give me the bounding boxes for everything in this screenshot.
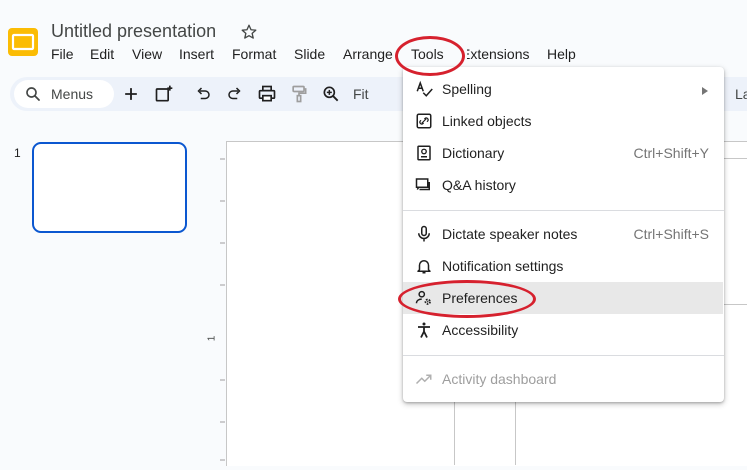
vertical-ruler	[216, 142, 225, 465]
menu-item-shortcut: Ctrl+Shift+Y	[633, 145, 709, 161]
bell-icon	[415, 257, 433, 275]
menu-item-label: Dictionary	[442, 145, 505, 161]
star-icon[interactable]	[240, 23, 258, 41]
menu-edit[interactable]: Edit	[90, 46, 114, 62]
menu-slide[interactable]: Slide	[294, 46, 325, 62]
canvas-guide	[454, 402, 455, 465]
new-slide-icon[interactable]	[154, 84, 174, 104]
linked-objects-icon	[415, 112, 433, 130]
zoom-fit-button[interactable]: Fit	[353, 86, 369, 102]
menu-item-label: Activity dashboard	[442, 371, 557, 387]
tools-menu: Spelling Linked objects Dictionary Ctrl+…	[403, 67, 724, 402]
zoom-icon[interactable]	[321, 84, 341, 104]
qa-history-icon	[415, 176, 433, 194]
menu-item-shortcut: Ctrl+Shift+S	[633, 226, 709, 242]
menu-help[interactable]: Help	[547, 46, 576, 62]
dictionary-icon	[415, 144, 433, 162]
menu-file[interactable]: File	[51, 46, 74, 62]
menu-item-label: Q&A history	[442, 177, 516, 193]
submenu-arrow-icon	[701, 83, 709, 99]
print-icon[interactable]	[257, 84, 277, 104]
menu-separator	[403, 210, 724, 211]
menu-item-notification-settings[interactable]: Notification settings	[403, 250, 724, 282]
canvas-guide	[724, 158, 747, 159]
ruler-mark: 1	[206, 335, 218, 342]
menu-item-label: Notification settings	[442, 258, 564, 274]
menu-item-qa-history[interactable]: Q&A history	[403, 169, 724, 201]
accessibility-icon	[415, 321, 433, 339]
menu-item-label: Spelling	[442, 81, 492, 97]
menu-item-label: Dictate speaker notes	[442, 226, 578, 242]
menu-item-spelling[interactable]: Spelling	[403, 73, 724, 105]
search-menus-label: Menus	[51, 86, 94, 102]
microphone-icon	[415, 225, 433, 243]
redo-icon[interactable]	[226, 85, 244, 103]
menu-format[interactable]: Format	[232, 46, 276, 62]
paint-format-icon[interactable]	[289, 84, 309, 104]
menu-item-accessibility[interactable]: Accessibility	[403, 314, 724, 346]
annotation-circle-preferences	[398, 280, 536, 318]
menu-item-linked-objects[interactable]: Linked objects	[403, 105, 724, 137]
spelling-icon	[415, 80, 433, 98]
undo-icon[interactable]	[194, 85, 212, 103]
slides-logo-icon[interactable]	[8, 28, 38, 56]
layout-button-partial[interactable]: La	[735, 86, 747, 102]
canvas-guide	[724, 304, 747, 305]
menu-extensions[interactable]: Extensions	[467, 46, 529, 62]
slide-number: 1	[14, 146, 21, 160]
activity-icon	[415, 370, 433, 388]
menu-item-activity-dashboard[interactable]: Activity dashboard	[403, 363, 724, 395]
menu-separator	[403, 355, 724, 356]
menu-item-dictionary[interactable]: Dictionary Ctrl+Shift+Y	[403, 137, 724, 169]
search-icon	[24, 85, 42, 103]
menu-item-dictate-speaker-notes[interactable]: Dictate speaker notes Ctrl+Shift+S	[403, 218, 724, 250]
document-title[interactable]: Untitled presentation	[51, 21, 216, 42]
menu-arrange[interactable]: Arrange	[343, 46, 393, 62]
slide-thumbnail[interactable]	[32, 142, 187, 233]
menu-view[interactable]: View	[132, 46, 162, 62]
menu-insert[interactable]: Insert	[179, 46, 214, 62]
menu-item-label: Linked objects	[442, 113, 532, 129]
menu-item-label: Accessibility	[442, 322, 519, 338]
annotation-circle-tools	[395, 36, 465, 76]
add-icon[interactable]	[121, 84, 141, 104]
search-menus-button[interactable]: Menus	[14, 80, 114, 108]
